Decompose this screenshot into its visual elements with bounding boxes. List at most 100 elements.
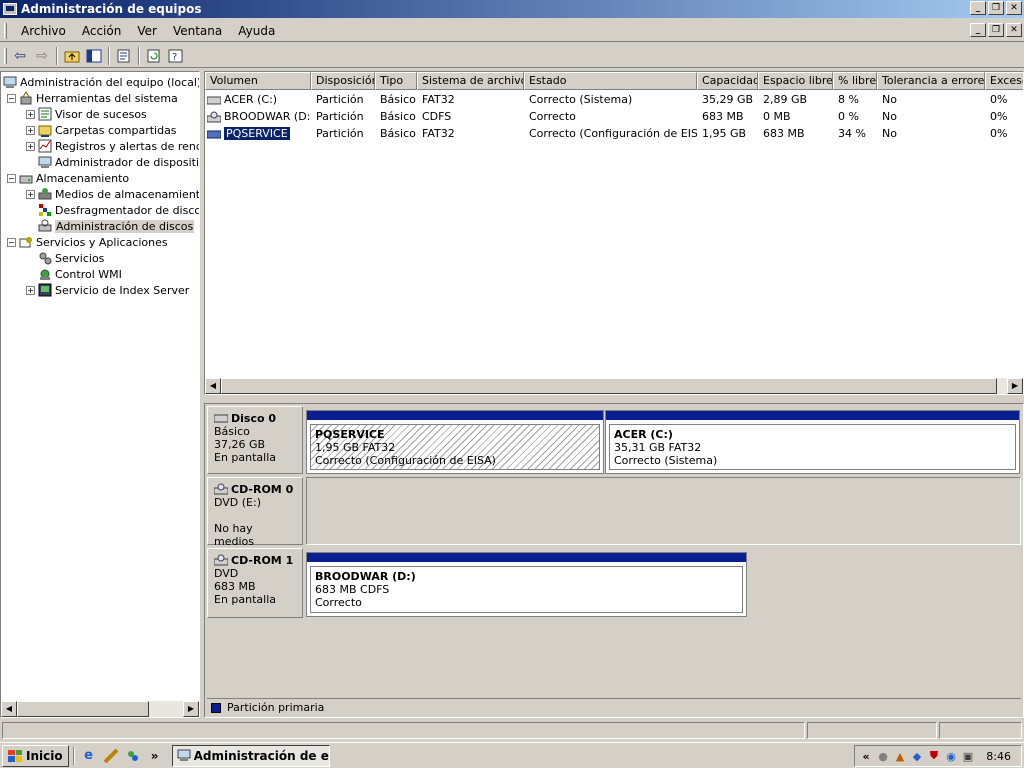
clock[interactable]: 8:46	[986, 750, 1011, 763]
expand-icon[interactable]: +	[26, 189, 35, 199]
cdrom-0-label[interactable]: CD-ROM 0 DVD (E:) No hay medios	[207, 477, 303, 548]
tray-expand-icon[interactable]: «	[859, 749, 873, 763]
tree-item-medios[interactable]: + Medios de almacenamiento e	[26, 186, 199, 202]
volume-list[interactable]: Volumen Disposición Tipo Sistema de arch…	[204, 71, 1024, 395]
status-panel	[939, 722, 1022, 739]
volume-row[interactable]: BROODWAR (D:) Partición Básico CDFS Corr…	[205, 108, 1023, 125]
scroll-thumb[interactable]	[221, 378, 997, 394]
column-header-capacidad[interactable]: Capacidad	[697, 72, 758, 90]
tree-item-dispositivos[interactable]: Administrador de dispositivos	[26, 154, 199, 170]
volume-free-space: 0 MB	[763, 110, 791, 123]
tree-item-admin-discos[interactable]: Administración de discos	[26, 218, 195, 234]
collapse-icon[interactable]: −	[7, 237, 16, 247]
column-header-tolerancia[interactable]: Tolerancia a errores	[877, 72, 985, 90]
column-header-volumen[interactable]: Volumen	[205, 72, 311, 90]
column-header-espacio-libre[interactable]: Espacio libre	[758, 72, 833, 90]
security-shield-icon[interactable]: ⛊	[927, 749, 941, 763]
quicklaunch-app-icon[interactable]	[100, 745, 122, 767]
disk-size: 683 MB	[214, 580, 256, 593]
pane-splitter[interactable]	[204, 397, 1024, 402]
tree-item-wmi[interactable]: Control WMI	[26, 266, 122, 282]
tree-item-visor[interactable]: + Visor de sucesos	[26, 106, 147, 122]
user-icon[interactable]: ●	[876, 749, 890, 763]
menu-ayuda[interactable]: Ayuda	[230, 24, 283, 38]
legend: Partición primaria	[207, 698, 1021, 716]
collapse-icon[interactable]: −	[7, 173, 16, 183]
menu-ventana[interactable]: Ventana	[165, 24, 230, 38]
scroll-left-icon[interactable]: ◀	[205, 378, 221, 394]
tree-item-label: Registros y alertas de rendim	[55, 139, 199, 153]
child-minimize-button[interactable]: _	[970, 23, 986, 37]
scroll-thumb[interactable]	[17, 701, 149, 717]
volume-row[interactable]: ACER (C:) Partición Básico FAT32 Correct…	[205, 91, 1023, 108]
tree-item-herramientas[interactable]: − Herramientas del sistema	[7, 90, 178, 106]
tree-horizontal-scrollbar[interactable]: ◀ ▶	[1, 701, 199, 717]
partition-acer[interactable]: ACER (C:) 35,31 GB FAT32 Correcto (Siste…	[605, 410, 1020, 474]
tree-item-desfragmentador[interactable]: Desfragmentador de disco	[26, 202, 199, 218]
taskbar-item-computer-management[interactable]: Administración de eq...	[171, 744, 330, 767]
column-header-estado[interactable]: Estado	[524, 72, 697, 90]
expand-icon[interactable]: +	[26, 109, 35, 119]
disk-0-label[interactable]: Disco 0 Básico 37,26 GB En pantalla	[207, 406, 303, 474]
help-icon[interactable]: ?	[165, 46, 187, 66]
tree-item-label: Carpetas compartidas	[55, 123, 177, 137]
internet-explorer-icon[interactable]: e	[78, 745, 100, 767]
volume-icon[interactable]: ◉	[944, 749, 958, 763]
title-bar[interactable]: Administración de equipos _ ❐ ✕	[0, 0, 1024, 18]
minimize-button[interactable]: _	[970, 1, 986, 15]
toolbar: ⇦ ⇨ ?	[0, 44, 1024, 68]
partition-pqservice[interactable]: PQSERVICE 1,95 GB FAT32 Correcto (Config…	[306, 410, 604, 474]
menu-accion[interactable]: Acción	[74, 24, 129, 38]
tree-item-index-server[interactable]: + Servicio de Index Server	[26, 282, 189, 298]
column-header-exceso[interactable]: Exceso	[985, 72, 1023, 90]
expand-icon[interactable]: +	[26, 285, 35, 295]
expand-icon[interactable]: +	[26, 125, 35, 135]
child-close-button[interactable]: ✕	[1006, 23, 1022, 37]
tree-item-almacenamiento[interactable]: − Almacenamiento	[7, 170, 129, 186]
partition-size: 35,31 GB FAT32	[614, 441, 702, 454]
network-icon[interactable]: ◆	[910, 749, 924, 763]
column-header-porcentaje-libre[interactable]: % libre	[833, 72, 877, 90]
tools-icon	[19, 91, 33, 105]
cdrom-1-label[interactable]: CD-ROM 1 DVD 683 MB En pantalla	[207, 548, 303, 618]
scroll-left-icon[interactable]: ◀	[1, 701, 17, 717]
refresh-icon[interactable]	[143, 46, 165, 66]
child-restore-button[interactable]: ❐	[988, 23, 1004, 37]
menu-archivo[interactable]: Archivo	[13, 24, 74, 38]
status-bar	[0, 721, 1024, 740]
tree-root[interactable]: Administración del equipo (local)	[3, 74, 199, 90]
column-header-tipo[interactable]: Tipo	[375, 72, 417, 90]
forward-icon[interactable]: ⇨	[31, 46, 53, 66]
partition-broodwar[interactable]: BROODWAR (D:) 683 MB CDFS Correcto	[306, 552, 747, 617]
back-icon[interactable]: ⇦	[9, 46, 31, 66]
expand-icon[interactable]: +	[26, 141, 35, 151]
volume-percent-free: 8 %	[838, 93, 859, 106]
collapse-icon[interactable]: −	[7, 93, 16, 103]
volume-list-horizontal-scrollbar[interactable]: ◀ ▶	[205, 378, 1023, 394]
restore-button[interactable]: ❐	[988, 1, 1004, 15]
menu-ver[interactable]: Ver	[129, 24, 165, 38]
show-hide-tree-icon[interactable]	[83, 46, 105, 66]
scroll-right-icon[interactable]: ▶	[1007, 378, 1023, 394]
tray-app-icon[interactable]: ▲	[893, 749, 907, 763]
start-button[interactable]: Inicio	[2, 744, 69, 767]
volume-type: Básico	[380, 93, 416, 106]
column-header-sistema-archivos[interactable]: Sistema de archivos	[417, 72, 524, 90]
scroll-right-icon[interactable]: ▶	[183, 701, 199, 717]
close-button[interactable]: ✕	[1006, 1, 1022, 15]
console-tree[interactable]: Administración del equipo (local) − Herr…	[0, 71, 200, 718]
messenger-icon[interactable]	[122, 745, 144, 767]
tree-item-servicios[interactable]: Servicios	[26, 250, 104, 266]
tree-item-registros[interactable]: + Registros y alertas de rendim	[26, 138, 199, 154]
properties-icon[interactable]	[113, 46, 135, 66]
disk-graphical-view[interactable]: Disco 0 Básico 37,26 GB En pantalla PQSE…	[204, 403, 1024, 718]
display-icon[interactable]: ▣	[961, 749, 975, 763]
column-header-disposicion[interactable]: Disposición	[311, 72, 375, 90]
up-folder-icon[interactable]	[61, 46, 83, 66]
quicklaunch-chevron[interactable]: »	[144, 745, 166, 767]
volume-fault-tolerance: No	[882, 127, 897, 140]
services-icon	[38, 251, 52, 265]
volume-row-selected[interactable]: PQSERVICE Partición Básico FAT32 Correct…	[205, 125, 1023, 142]
tree-item-servicios-aplicaciones[interactable]: − Servicios y Aplicaciones	[7, 234, 168, 250]
tree-item-carpetas[interactable]: + Carpetas compartidas	[26, 122, 177, 138]
